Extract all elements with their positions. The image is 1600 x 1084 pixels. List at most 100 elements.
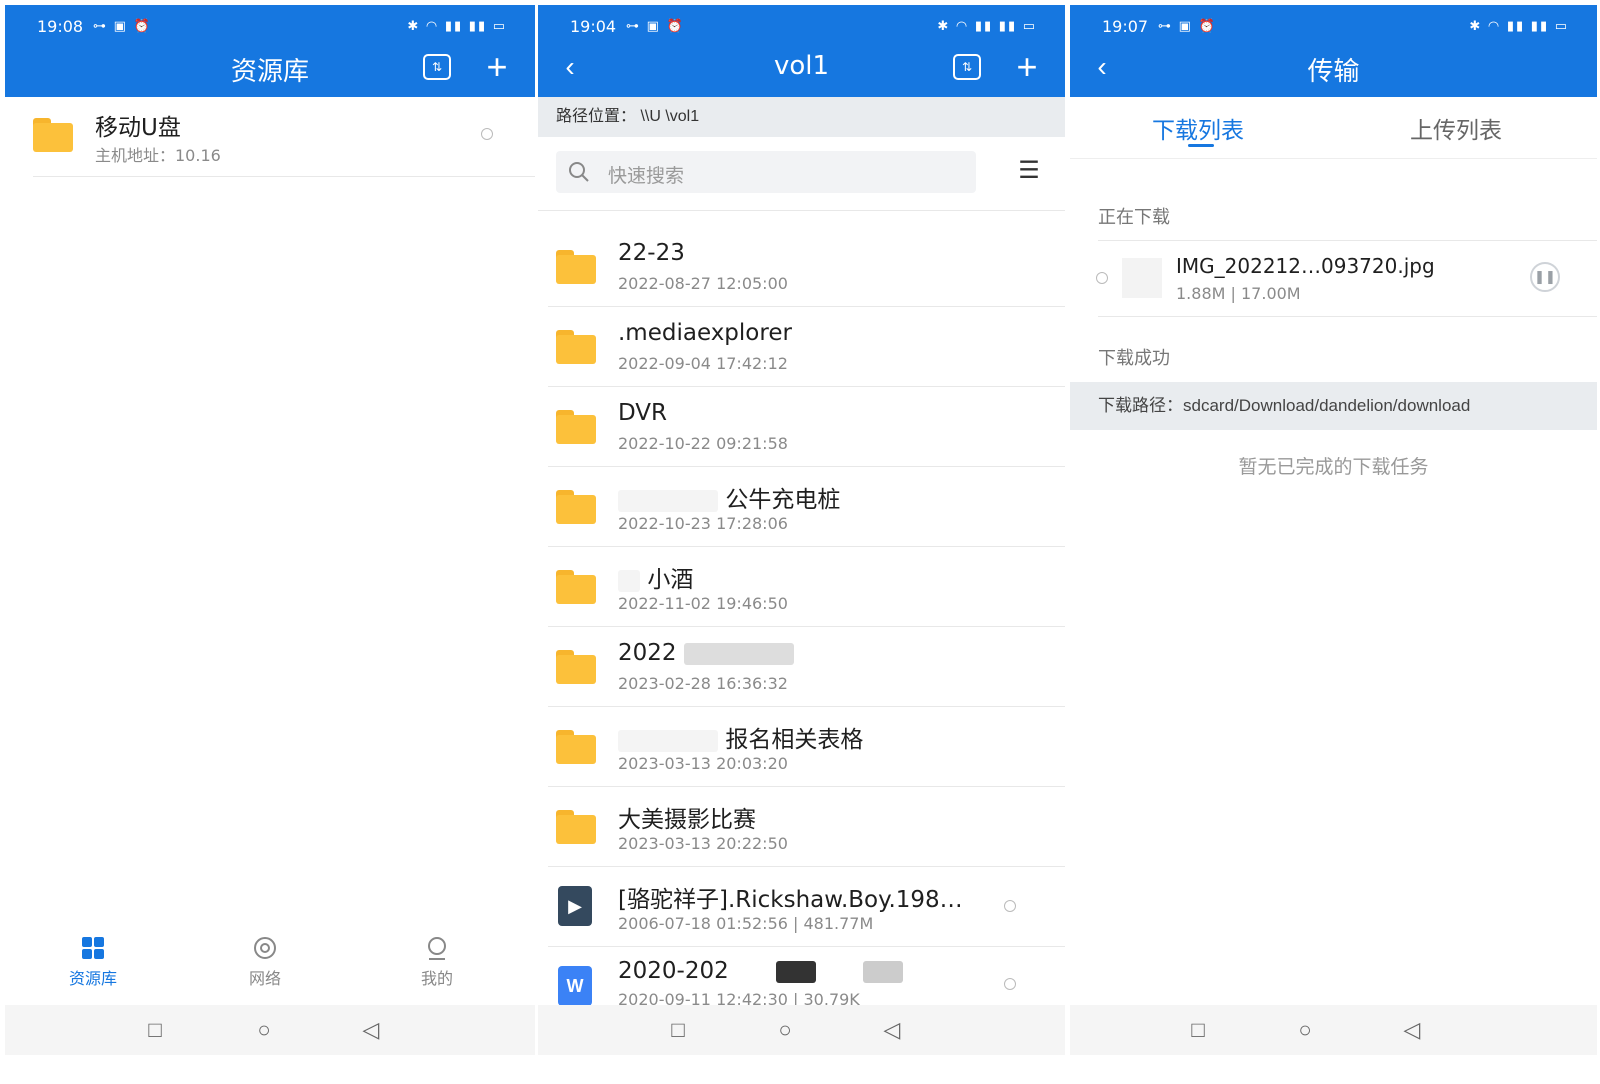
item-meta: 1.88M | 17.00M [1176,284,1301,303]
recent-apps-button[interactable]: □ [143,1018,167,1042]
item-meta: 主机地址：10.16 [95,146,221,165]
select-radio[interactable] [1004,900,1016,912]
list-item[interactable]: ▶ [骆驼祥子].Rickshaw.Boy.198… 2006-07-18 01… [538,866,1065,946]
list-item[interactable]: 小酒 2022-11-02 19:46:50 [538,546,1065,626]
item-name-text: 报名相关表格 [725,727,864,753]
app-bar: 19:04 ⊶ ▣ ⏰ ✱ ◠ ▮▮ ▮▮ ▭ ‹ vol1 ⇅ + [538,5,1065,97]
breadcrumb: 路径位置： \\U \vol1 [538,97,1065,137]
network-icon [254,937,276,959]
home-button[interactable]: ○ [1293,1018,1317,1042]
plus-icon: + [1016,46,1038,87]
status-left-icons: ⊶ ▣ ⏰ [93,18,152,33]
switch-device-button[interactable]: ⇅ [947,49,987,85]
status-left-icons: ⊶ ▣ ⏰ [1158,18,1217,33]
select-radio[interactable] [1096,272,1108,284]
folder-icon [556,730,596,764]
status-bar: 19:08 ⊶ ▣ ⏰ ✱ ◠ ▮▮ ▮▮ ▭ [5,13,535,39]
item-name: 移动U盘 [95,115,181,141]
item-name-text: 2020-202 [618,958,729,984]
section-download-success: 下载成功 [1098,348,1170,369]
add-button[interactable]: + [1007,46,1047,87]
item-name: 报名相关表格 [618,720,863,754]
page-title: 传输 [1307,57,1360,87]
select-radio[interactable] [1004,978,1016,990]
folder-icon [556,650,596,684]
recent-apps-button[interactable]: □ [666,1018,690,1042]
nav-me[interactable]: 我的 [387,935,487,989]
pause-button[interactable]: ❚❚ [1530,262,1560,292]
search-icon [569,162,589,182]
item-meta: 2023-03-13 20:22:50 [618,834,788,853]
folder-icon [556,490,596,524]
grid-icon [82,937,104,959]
item-meta: 2022-10-23 17:28:06 [618,514,788,533]
status-right-icons: ✱ ◠ ▮▮ ▮▮ ▭ [1469,18,1569,33]
select-radio[interactable] [481,128,493,140]
status-time: 19:07 [1102,17,1149,36]
redacted-text [618,729,718,752]
item-name: .mediaexplorer [618,320,792,346]
redacted-text [618,569,640,592]
divider [33,176,535,177]
folder-icon [556,330,596,364]
search-input[interactable]: 快速搜索 [556,151,976,193]
item-meta: 2022-08-27 12:05:00 [618,274,788,293]
empty-state: 暂无已完成的下载任务 [1238,457,1429,478]
list-item[interactable]: 报名相关表格 2023-03-13 20:03:20 [538,706,1065,786]
item-name: 22-23 [618,240,685,266]
list-item[interactable]: 22-23 2022-08-27 12:05:00 [538,226,1065,306]
home-button[interactable]: ○ [773,1018,797,1042]
section-downloading: 正在下载 [1098,207,1170,228]
redacted-text [683,642,794,665]
tab-upload-list[interactable]: 上传列表 [1410,111,1502,145]
divider [538,210,1065,211]
back-nav-button[interactable]: ◁ [359,1018,383,1042]
add-button[interactable]: + [477,46,517,87]
list-item[interactable]: DVR 2022-10-22 09:21:58 [538,386,1065,466]
sort-button[interactable]: ☰ [1009,156,1049,190]
status-bar: 19:07 ⊶ ▣ ⏰ ✱ ◠ ▮▮ ▮▮ ▭ [1070,13,1597,39]
tab-indicator [1188,144,1214,147]
back-nav-button[interactable]: ◁ [1400,1018,1424,1042]
screen-library: 19:08 ⊶ ▣ ⏰ ✱ ◠ ▮▮ ▮▮ ▭ 资源库 ⇅ + 移动U盘 主机地… [5,0,535,1084]
nav-label: 网络 [248,971,281,988]
back-nav-button[interactable]: ◁ [880,1018,904,1042]
list-item[interactable]: 公牛充电桩 2022-10-23 17:28:06 [538,466,1065,546]
video-file-icon: ▶ [558,886,592,926]
switch-device-button[interactable]: ⇅ [417,49,457,85]
item-meta: 2022-10-22 09:21:58 [618,434,788,453]
list-item[interactable]: W 2020-202 2020-09-11 12:42:30 | 30.79K [538,946,1065,1006]
sort-icon: ☰ [1018,157,1040,184]
system-nav-bar: □ ○ ◁ [5,1005,535,1055]
status-right-icons: ✱ ◠ ▮▮ ▮▮ ▭ [407,18,507,33]
user-icon [428,937,446,960]
status-bar: 19:04 ⊶ ▣ ⏰ ✱ ◠ ▮▮ ▮▮ ▭ [538,13,1065,39]
divider [1098,240,1597,241]
download-item[interactable]: IMG_202212…093720.jpg 1.88M | 17.00M ❚❚ [1070,242,1597,316]
nav-label: 资源库 [68,971,117,988]
list-item[interactable]: 2022 2023-02-28 16:36:32 [538,626,1065,706]
recent-apps-button[interactable]: □ [1186,1018,1210,1042]
nav-library[interactable]: 资源库 [43,935,143,989]
item-meta: 2006-07-18 01:52:56 | 481.77M [618,914,874,933]
list-item[interactable]: 大美摄影比赛 2023-03-13 20:22:50 [538,786,1065,866]
switch-icon: ⇅ [953,54,981,80]
tab-download-list[interactable]: 下载列表 [1152,111,1244,145]
item-name: DVR [618,400,668,426]
divider [1098,316,1597,317]
search-placeholder: 快速搜索 [608,166,685,187]
list-item[interactable]: 移动U盘 主机地址：10.16 [5,100,535,176]
redacted-text [776,960,817,983]
home-button[interactable]: ○ [252,1018,276,1042]
image-thumbnail [1122,258,1162,298]
screen-transfer: 19:07 ⊶ ▣ ⏰ ✱ ◠ ▮▮ ▮▮ ▭ ‹ 传输 下载列表 上传列表 正… [1070,0,1597,1084]
status-right-icons: ✱ ◠ ▮▮ ▮▮ ▭ [937,18,1037,33]
word-file-icon: W [558,966,592,1006]
switch-icon: ⇅ [423,54,451,80]
nav-label: 我的 [420,971,453,988]
plus-icon: + [486,46,508,87]
item-name: 2022 [618,640,794,666]
nav-network[interactable]: 网络 [215,935,315,989]
item-name-text: 公牛充电桩 [725,487,841,513]
list-item[interactable]: .mediaexplorer 2022-09-04 17:42:12 [538,306,1065,386]
